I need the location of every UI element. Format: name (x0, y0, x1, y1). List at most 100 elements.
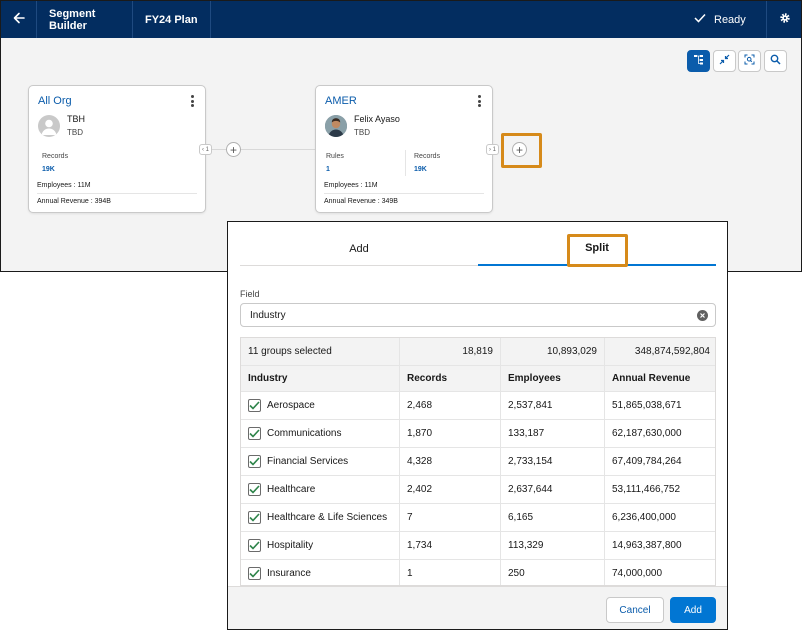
fit-to-screen-button[interactable] (738, 50, 761, 72)
row-checkbox[interactable] (248, 483, 261, 496)
row-checkbox[interactable] (248, 539, 261, 552)
table-row[interactable]: Hospitality 1,734 113,329 14,963,387,800 (241, 532, 715, 560)
divider (324, 193, 484, 194)
clear-icon[interactable] (697, 310, 708, 321)
header-row: Industry Records Employees Annual Revenu… (241, 366, 715, 392)
column-header[interactable]: Industry (241, 366, 400, 391)
search-button[interactable] (764, 50, 787, 72)
app-name: Segment Builder (37, 1, 133, 38)
top-bar: Segment Builder FY24 Plan Ready (1, 1, 801, 38)
selected-count: 11 groups selected (241, 338, 400, 365)
table-row[interactable]: Healthcare & Life Sciences 7 6,165 6,236,40… (241, 504, 715, 532)
employees-cell: 133,187 (501, 420, 605, 447)
industry-name: Hospitality (267, 540, 314, 551)
add-child-button-all-org[interactable]: + (226, 142, 241, 157)
arrow-left-icon (13, 11, 25, 29)
table-row[interactable]: Financial Services 4,328 2,733,154 67,409,7… (241, 448, 715, 476)
plus-icon: + (229, 142, 237, 157)
revenue-cell: 53,111,466,752 (612, 484, 681, 495)
industry-cell: Healthcare & Life Sciences (241, 504, 400, 531)
employees-line: Employees : 11M (324, 182, 378, 189)
industry-cell: Hospitality (241, 532, 400, 559)
industry-name: Communications (267, 428, 342, 439)
table-row[interactable]: Communications 1,870 133,187 62,187,630,000 (241, 420, 715, 448)
highlight-callout (567, 234, 628, 267)
status-text: Ready (714, 13, 746, 26)
industry-name: Financial Services (267, 456, 349, 467)
records-cell: 7 (400, 504, 501, 531)
revenue-cell: 14,963,387,800 (612, 540, 682, 551)
column-header[interactable]: Records (400, 366, 501, 391)
collapse-toggle-amer[interactable]: › 1 (486, 144, 499, 155)
summary-row: 11 groups selected 18,819 10,893,029 348… (241, 338, 715, 366)
panel-footer: Cancel Add (228, 586, 727, 629)
settings-button[interactable] (766, 1, 801, 38)
gear-icon (779, 11, 791, 29)
field-label: Field (240, 289, 260, 299)
checkmark-icon (249, 569, 260, 578)
total-records: 18,819 (400, 338, 501, 365)
industry-cell: Communications (241, 420, 400, 447)
total-revenue: 348,874,592,804 (634, 346, 710, 357)
cancel-button[interactable]: Cancel (606, 597, 664, 623)
highlight-callout (501, 133, 542, 168)
card-menu-button[interactable] (188, 94, 196, 108)
industry-cell: Aerospace (241, 392, 400, 419)
split-grid: 11 groups selected 18,819 10,893,029 348… (240, 337, 716, 586)
table-row[interactable]: Insurance 1 250 74,000,000 (241, 560, 715, 585)
contract-icon (719, 52, 730, 70)
divider (405, 150, 406, 176)
checkmark-icon (249, 457, 260, 466)
industry-name: Healthcare (267, 484, 316, 495)
records-cell: 4,328 (400, 448, 501, 475)
person-title: TBD (67, 128, 83, 137)
column-header[interactable]: Employees (501, 366, 605, 391)
revenue-cell: 6,236,400,000 (612, 512, 676, 523)
row-checkbox[interactable] (248, 455, 261, 468)
plan-name[interactable]: FY24 Plan (133, 1, 211, 38)
status-indicator: Ready (694, 1, 746, 38)
card-menu-button[interactable] (475, 94, 483, 108)
industry-cell: Insurance (241, 560, 400, 585)
employees-cell: 113,329 (501, 532, 605, 559)
rules-label: Rules (326, 153, 344, 160)
person-name: TBH (67, 114, 85, 124)
collapse-all-button[interactable] (713, 50, 736, 72)
collapse-toggle-all-org[interactable]: ‹ 1 (199, 144, 212, 155)
checkmark-icon (249, 485, 260, 494)
revenue-cell: 51,865,038,671 (612, 400, 682, 411)
checkmark-icon (249, 541, 260, 550)
records-cell: 1 (400, 560, 501, 585)
tab-add[interactable]: Add (240, 232, 478, 265)
back-button[interactable] (1, 1, 37, 38)
hierarchy-icon (693, 52, 704, 70)
table-row[interactable]: Healthcare 2,402 2,637,644 53,111,466,752 (241, 476, 715, 504)
avatar (325, 115, 347, 137)
row-checkbox[interactable] (248, 399, 261, 412)
industry-cell: Healthcare (241, 476, 400, 503)
card-title[interactable]: AMER (325, 95, 357, 107)
row-checkbox[interactable] (248, 511, 261, 524)
add-button[interactable]: Add (670, 597, 716, 623)
column-header[interactable]: Annual Revenue (605, 366, 715, 391)
connector-line (206, 149, 315, 150)
industry-cell: Financial Services (241, 448, 400, 475)
org-card-all-org[interactable]: All Org TBH TBD Records 19K Employees : … (28, 85, 206, 213)
field-select[interactable]: Industry (240, 303, 716, 327)
industry-name: Aerospace (267, 400, 315, 411)
records-cell: 2,468 (400, 392, 501, 419)
records-cell: 1,734 (400, 532, 501, 559)
records-cell: 1,870 (400, 420, 501, 447)
row-checkbox[interactable] (248, 567, 261, 580)
employees-cell: 250 (501, 560, 605, 585)
checkmark-icon (249, 429, 260, 438)
hierarchy-view-button[interactable] (687, 50, 710, 72)
card-title[interactable]: All Org (38, 95, 72, 107)
table-row[interactable]: Aerospace 2,468 2,537,841 51,865,038,671 (241, 392, 715, 420)
industry-name: Insurance (267, 568, 311, 579)
employees-cell: 6,165 (501, 504, 605, 531)
records-label: Records (42, 153, 69, 160)
org-card-amer[interactable]: AMER Felix Ayaso TBD Rules 1 Records 19K… (315, 85, 493, 213)
revenue-cell: 74,000,000 (612, 568, 663, 579)
row-checkbox[interactable] (248, 427, 261, 440)
